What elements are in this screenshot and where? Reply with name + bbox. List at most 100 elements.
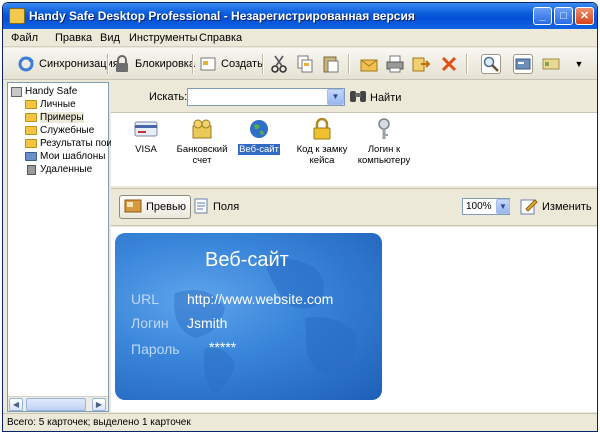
tree-item-label: Служебные: [40, 125, 95, 136]
menu-edit[interactable]: Правка: [55, 32, 92, 44]
scroll-left-arrow[interactable]: ◀: [9, 398, 23, 411]
minimize-button[interactable]: _: [533, 7, 552, 25]
trash-icon: [27, 164, 36, 175]
tree-item-search-results[interactable]: Результаты пои: [25, 137, 112, 150]
website-card-preview: Веб-сайт URL http://www.website.com Логи…: [115, 233, 382, 400]
menu-help[interactable]: Справка: [199, 32, 242, 44]
mail-icon[interactable]: [359, 54, 379, 74]
field-label-password: Пароль: [131, 341, 180, 357]
tree-item-service[interactable]: Служебные: [25, 124, 94, 137]
lock-icon: [113, 55, 131, 73]
search-input[interactable]: [187, 88, 345, 106]
tree-item-deleted[interactable]: Удаленные: [25, 163, 92, 176]
folder-icon: [25, 139, 37, 148]
menu-view[interactable]: Вид: [100, 32, 120, 44]
folder-icon: [25, 100, 37, 109]
card-title: Веб-сайт: [205, 249, 289, 271]
tree-item-personal[interactable]: Личные: [25, 98, 76, 111]
card-label: VISA: [135, 144, 157, 155]
visa-card-icon: [134, 118, 158, 140]
window-title: Handy Safe Desktop Professional - Незаре…: [29, 9, 415, 23]
find-label: Найти: [370, 91, 402, 104]
preview-icon: [124, 199, 142, 216]
sync-button[interactable]: Синхронизация: [17, 53, 119, 75]
tree-item-label: Примеры: [40, 112, 84, 123]
cut-icon[interactable]: [269, 54, 289, 74]
print-icon[interactable]: [385, 54, 405, 74]
field-value-password: *****: [209, 339, 237, 355]
preview-tab[interactable]: Превью: [119, 195, 191, 219]
paste-icon[interactable]: [321, 54, 341, 74]
tree-item-label: Личные: [40, 99, 76, 110]
status-bar: Всего: 5 карточек; выделено 1 карточек: [3, 413, 597, 431]
templates-folder-icon: [25, 152, 37, 161]
scroll-thumb[interactable]: [26, 398, 86, 411]
folder-icon: [25, 126, 37, 135]
lock-button[interactable]: Блокировка: [113, 53, 195, 75]
tree-horizontal-scrollbar[interactable]: ◀ ▶: [8, 396, 108, 411]
maximize-button[interactable]: □: [554, 7, 573, 25]
copy-icon[interactable]: [295, 54, 315, 74]
search-label: Искать:: [149, 91, 188, 103]
field-value-url: http://www.website.com: [187, 291, 334, 307]
search-dropdown-arrow[interactable]: ▼: [327, 89, 344, 105]
toolbar-separator: [348, 54, 349, 74]
edit-icon: [520, 197, 538, 218]
chevron-down-icon[interactable]: ▼: [569, 54, 589, 74]
zoom-dropdown-arrow[interactable]: ▼: [496, 199, 510, 214]
field-label-url: URL: [131, 291, 160, 307]
card-label: Веб-сайт: [238, 144, 280, 155]
card-label: Код к замку кейса: [296, 144, 348, 166]
delete-icon[interactable]: [439, 54, 459, 74]
tree-item-templates[interactable]: Мои шаблоны: [25, 150, 105, 163]
close-button[interactable]: ✕: [575, 7, 594, 25]
card-website[interactable]: Веб-сайт: [224, 118, 294, 155]
fields-icon: [193, 198, 209, 217]
create-button[interactable]: Создать: [199, 53, 263, 75]
card-view-icon[interactable]: [513, 54, 533, 74]
card-label: Логин к компьютеру: [357, 144, 411, 166]
preview-label: Превью: [146, 201, 186, 213]
menu-bar: Файл Правка Вид Инструменты Справка: [3, 29, 597, 47]
app-window: Handy Safe Desktop Professional - Незаре…: [2, 2, 598, 432]
lock-label: Блокировка: [135, 58, 195, 70]
safe-icon: [11, 86, 22, 97]
search-bar: Искать: ▼ Найти: [111, 82, 597, 112]
tree-item-label: Результаты пои: [40, 138, 113, 149]
toolbar: Синхронизация Блокировка Создать ▼: [3, 48, 597, 80]
folder-tree: Handy Safe Личные Примеры Служебные Резу…: [7, 82, 112, 412]
create-label: Создать: [221, 58, 263, 70]
tree-item-label: Мои шаблоны: [40, 151, 106, 162]
menu-tools[interactable]: Инструменты: [129, 32, 198, 44]
binoculars-icon: [349, 88, 367, 107]
field-value-login: Jsmith: [187, 315, 228, 331]
sync-icon: [17, 55, 35, 73]
field-label-login: Логин: [131, 315, 169, 331]
fields-tab[interactable]: Поля: [189, 195, 243, 219]
edit-button[interactable]: Изменить: [516, 195, 596, 219]
tree-root[interactable]: Handy Safe: [11, 85, 77, 98]
find-button[interactable]: Найти: [349, 88, 401, 107]
globe-icon: [247, 118, 271, 140]
status-text: Всего: 5 карточек; выделено 1 карточек: [7, 417, 191, 428]
tree-item-label: Удаленные: [40, 164, 93, 175]
cards-panel-icon[interactable]: [541, 54, 561, 74]
toolbar-separator: [466, 54, 467, 74]
card-list: VISA Банковский счет Веб-сайт Код к замк…: [111, 112, 597, 186]
edit-label: Изменить: [542, 201, 592, 213]
toolbar-separator: [262, 54, 263, 74]
card-computer-login[interactable]: Логин к компьютеру: [349, 118, 419, 166]
search-icon[interactable]: [481, 54, 501, 74]
export-icon[interactable]: [411, 54, 431, 74]
padlock-icon: [310, 117, 334, 140]
folder-icon: [25, 113, 37, 122]
scroll-right-arrow[interactable]: ▶: [92, 398, 106, 411]
card-case-lock-code[interactable]: Код к замку кейса: [287, 117, 357, 166]
tree-item-examples[interactable]: Примеры: [25, 111, 84, 124]
menu-file[interactable]: Файл: [11, 32, 38, 44]
card-preview-area: Веб-сайт URL http://www.website.com Логи…: [111, 227, 597, 412]
new-card-icon: [199, 55, 217, 73]
tree-root-label: Handy Safe: [25, 86, 78, 97]
bank-account-icon: [190, 118, 214, 140]
key-icon: [372, 118, 396, 140]
